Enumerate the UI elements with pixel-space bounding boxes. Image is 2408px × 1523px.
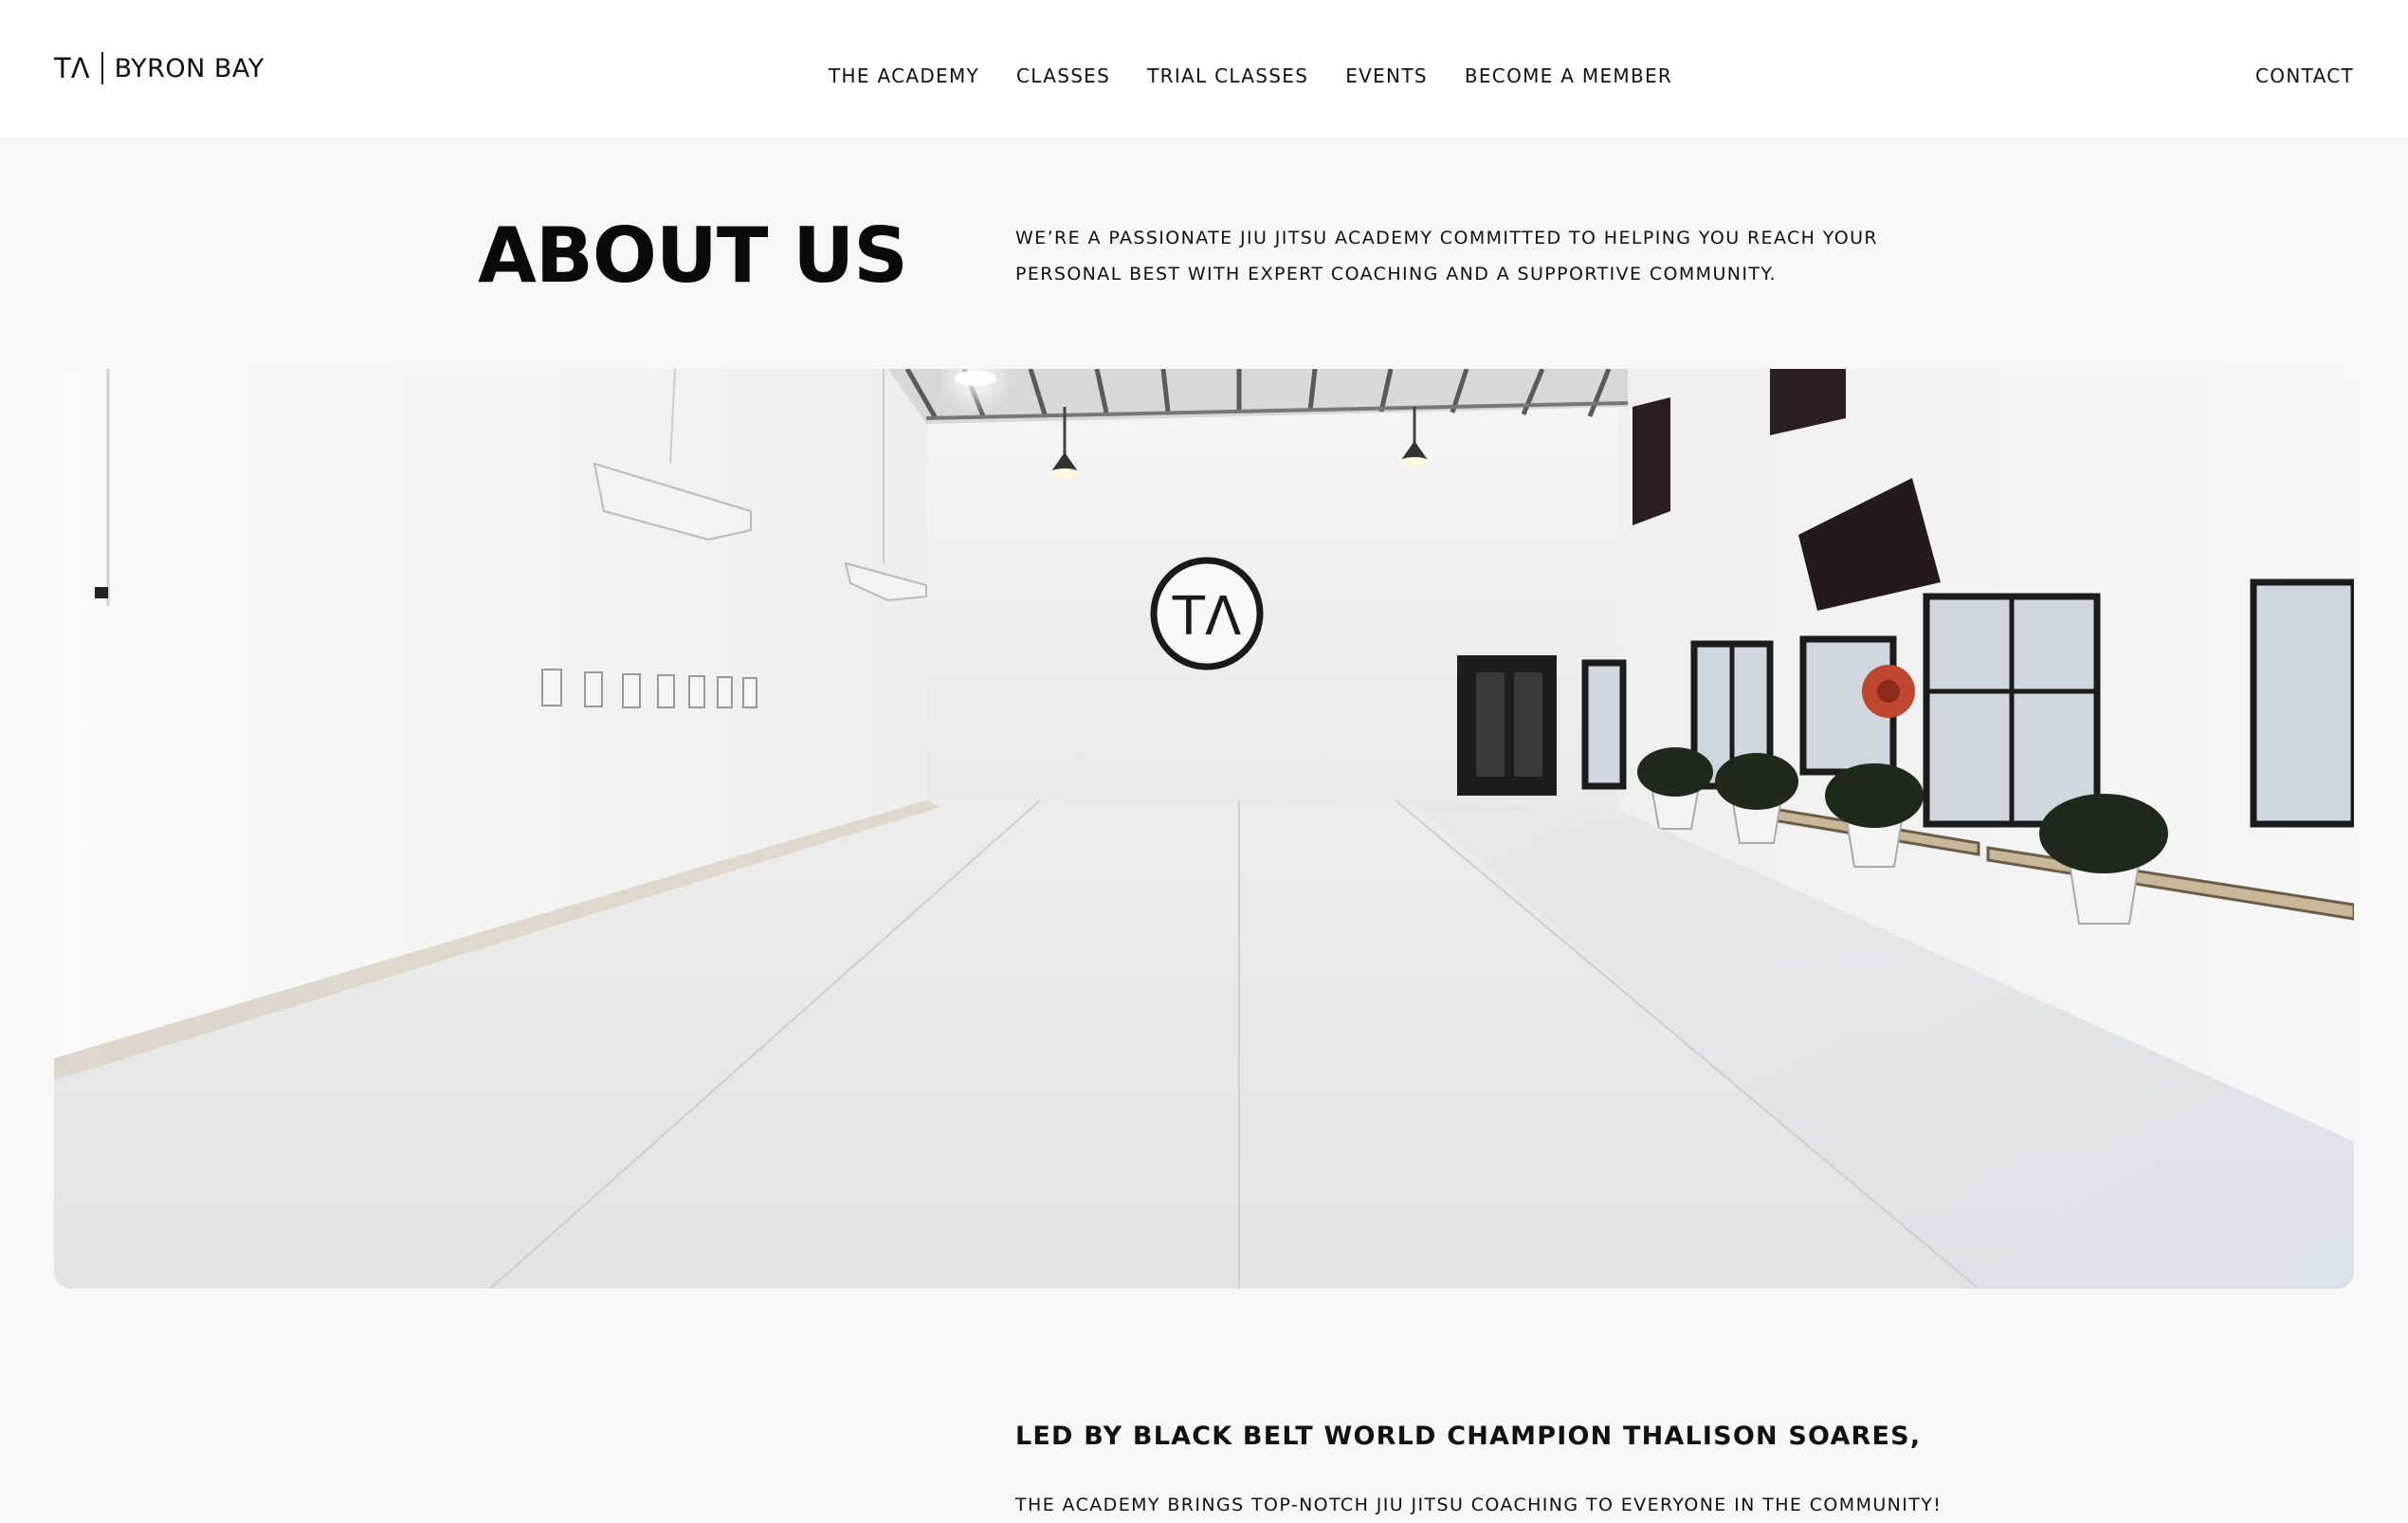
nav-item-become-a-member[interactable]: BECOME A MEMBER <box>1465 64 1672 88</box>
logo-mark: TΛ <box>54 51 90 84</box>
nav-item-classes[interactable]: CLASSES <box>1016 64 1110 88</box>
nav-item-events[interactable]: EVENTS <box>1345 64 1428 88</box>
main-nav: THE ACADEMY CLASSES TRIAL CLASSES EVENTS… <box>829 64 1709 88</box>
lead-heading: LED BY BLACK BELT WORLD CHAMPION THALISO… <box>1015 1422 1922 1451</box>
academy-photo: TΛ <box>54 369 2354 1289</box>
logo-divider <box>100 52 103 84</box>
about-intro-text: WE’RE A PASSIONATE JIU JITSU ACADEMY COM… <box>1015 228 1879 284</box>
site-header: TΛ BYRON BAY THE ACADEMY CLASSES TRIAL C… <box>0 0 2408 138</box>
nav-item-contact[interactable]: CONTACT <box>2255 64 2354 88</box>
nav-item-trial-classes[interactable]: TRIAL CLASSES <box>1147 64 1308 88</box>
lead-body-text: THE ACADEMY BRINGS TOP-NOTCH JIU JITSU C… <box>1015 1495 1943 1515</box>
nav-item-the-academy[interactable]: THE ACADEMY <box>829 64 979 88</box>
wall-logo: TΛ <box>1172 586 1242 648</box>
page-title: ABOUT US <box>478 211 908 300</box>
logo-text: BYRON BAY <box>114 53 265 83</box>
site-logo[interactable]: TΛ BYRON BAY <box>54 49 265 87</box>
